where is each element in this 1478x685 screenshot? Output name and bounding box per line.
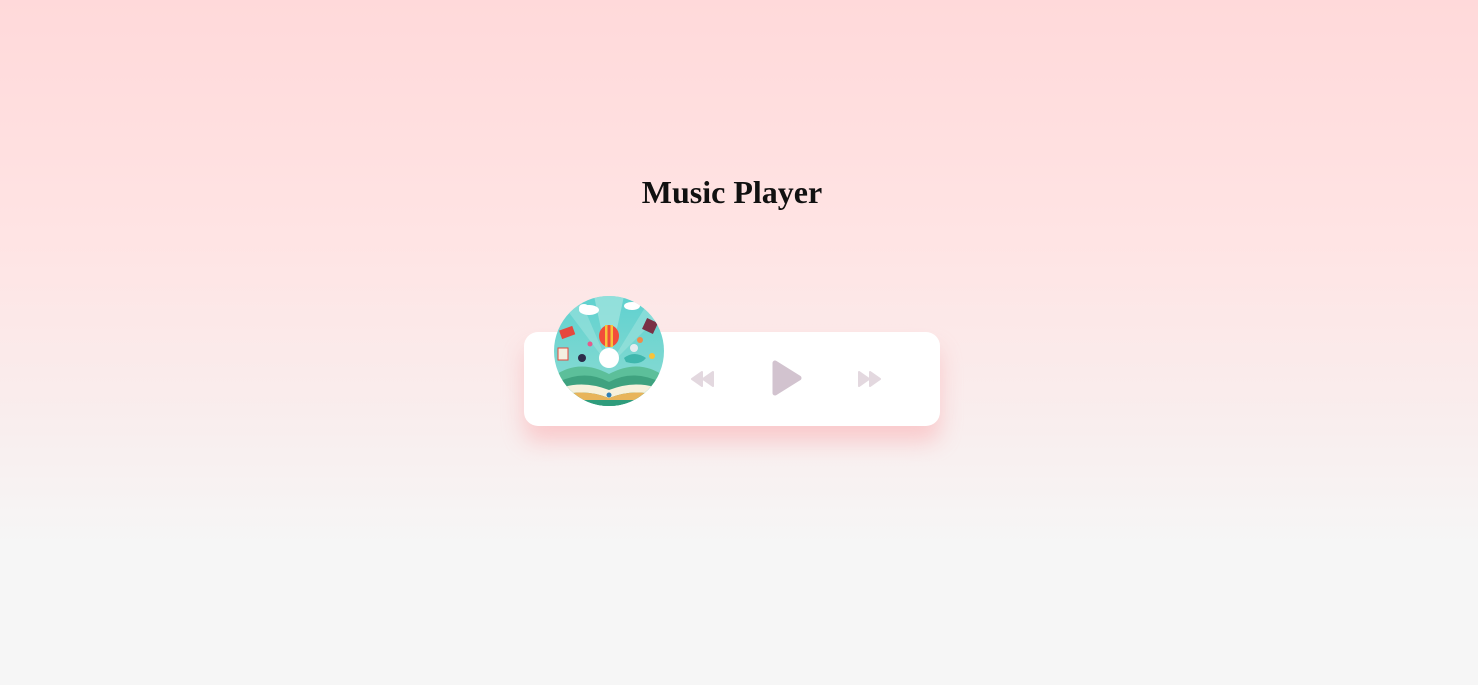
rewind-icon	[691, 371, 714, 387]
previous-track-button[interactable]	[690, 369, 716, 389]
next-track-button[interactable]	[856, 369, 882, 389]
fast-forward-icon	[858, 371, 881, 387]
play-icon	[772, 360, 802, 396]
page-title: Music Player	[641, 174, 823, 210]
player-controls	[524, 332, 940, 426]
play-button[interactable]	[770, 359, 804, 397]
